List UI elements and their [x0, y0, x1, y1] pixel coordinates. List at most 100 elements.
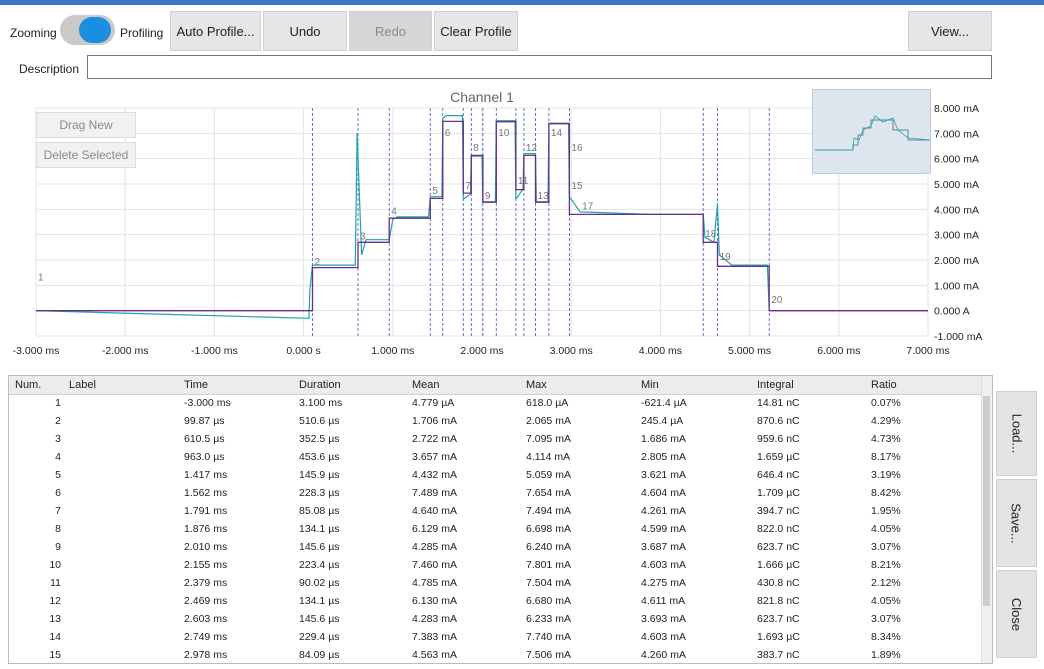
column-header[interactable]: Max: [526, 379, 547, 391]
table-row[interactable]: 2 99.87 µs 510.6 µs 1.706 mA 2.065 mA 245.4 µ…: [9, 413, 984, 431]
view-button[interactable]: View...: [908, 11, 992, 51]
table-row[interactable]: 15 2.978 ms 84.09 µs 4.563 mA 7.506 mA 4.260 …: [9, 647, 984, 663]
segment-number-marker: 13: [538, 191, 550, 202]
column-header[interactable]: Mean: [412, 379, 440, 391]
table-cell: 6.698 mA: [526, 523, 571, 535]
table-cell: 821.8 nC: [757, 595, 800, 607]
segment-number-marker: 1: [38, 272, 44, 283]
table-cell: 85.08 µs: [299, 505, 340, 517]
column-header[interactable]: Label: [69, 379, 96, 391]
x-tick-label: 0.000 s: [286, 345, 320, 357]
table-cell: 3.621 mA: [641, 469, 686, 481]
table-cell: 4.283 mA: [412, 613, 457, 625]
table-cell: 134.1 µs: [299, 523, 340, 535]
column-header[interactable]: Integral: [757, 379, 794, 391]
table-cell: 1.95%: [871, 505, 901, 517]
segment-number-marker: 15: [571, 181, 583, 192]
table-cell: 9: [55, 541, 61, 553]
save-button-label: Save...: [1009, 502, 1024, 544]
table-cell: 6.129 mA: [412, 523, 457, 535]
save-button[interactable]: Save...: [996, 479, 1037, 567]
x-tick-label: 1.000 ms: [371, 345, 414, 357]
redo-button[interactable]: Redo: [349, 11, 432, 51]
column-header[interactable]: Duration: [299, 379, 341, 391]
table-cell: 3.07%: [871, 613, 901, 625]
y-tick-label: -1.000 mA: [934, 331, 982, 343]
table-row[interactable]: 10 2.155 ms 223.4 µs 7.460 mA 7.801 mA 4.603 …: [9, 557, 984, 575]
table-cell: 4.604 mA: [641, 487, 686, 499]
drag-new-button[interactable]: Drag New: [36, 112, 136, 138]
table-row[interactable]: 12 2.469 ms 134.1 µs 6.130 mA 6.680 mA 4.611 …: [9, 593, 984, 611]
table-cell: 3: [55, 433, 61, 445]
segment-table[interactable]: Num. Label Time Duration Mean Max Min Integral R…: [8, 375, 993, 664]
table-row[interactable]: 11 2.379 ms 90.02 µs 4.785 mA 7.504 mA 4.275 …: [9, 575, 984, 593]
channel-chart[interactable]: Channel 1 -3.000 ms -2.000 ms -1.000 ms 0.00…: [0, 84, 1000, 364]
table-cell: 822.0 nC: [757, 523, 800, 535]
y-tick-label: 3.000 mA: [934, 230, 979, 242]
x-tick-label: -2.000 ms: [102, 345, 149, 357]
undo-button[interactable]: Undo: [263, 11, 347, 51]
table-cell: 4.05%: [871, 595, 901, 607]
table-scrollbar[interactable]: [981, 376, 992, 663]
table-cell: 8.34%: [871, 631, 901, 643]
x-tick-label: 2.000 ms: [460, 345, 503, 357]
table-cell: 90.02 µs: [299, 577, 340, 589]
segment-number-marker: 6: [445, 128, 451, 139]
table-cell: 2.155 ms: [184, 559, 228, 571]
table-cell: -621.4 µA: [641, 397, 687, 409]
description-input[interactable]: [87, 55, 992, 79]
table-cell: 7.801 mA: [526, 559, 571, 571]
table-cell: 245.4 µA: [641, 415, 684, 427]
table-cell: 7.489 mA: [412, 487, 457, 499]
column-header[interactable]: Time: [184, 379, 208, 391]
table-cell: 2.065 mA: [526, 415, 571, 427]
table-cell: 1.562 ms: [184, 487, 228, 499]
table-cell: 1.659 µC: [757, 451, 800, 463]
column-header[interactable]: Min: [641, 379, 659, 391]
table-cell: 4.432 mA: [412, 469, 457, 481]
table-row[interactable]: 7 1.791 ms 85.08 µs 4.640 mA 7.494 mA 4.261 m…: [9, 503, 984, 521]
table-cell: 5.059 mA: [526, 469, 571, 481]
zoom-profile-toggle[interactable]: [60, 15, 115, 45]
table-cell: 623.7 nC: [757, 541, 800, 553]
table-row[interactable]: 14 2.749 ms 229.4 µs 7.383 mA 7.740 mA 4.603 …: [9, 629, 984, 647]
table-cell: 4: [55, 451, 61, 463]
auto-profile-button[interactable]: Auto Profile...: [170, 11, 261, 51]
column-header[interactable]: Ratio: [871, 379, 897, 391]
table-cell: 1.706 mA: [412, 415, 457, 427]
table-row[interactable]: 3 610.5 µs 352.5 µs 2.722 mA 7.095 mA 1.686 m…: [9, 431, 984, 449]
table-cell: 6.130 mA: [412, 595, 457, 607]
table-cell: 1.709 µC: [757, 487, 800, 499]
profiling-label: Profiling: [120, 26, 164, 40]
close-button[interactable]: Close: [996, 570, 1037, 658]
table-cell: 13: [49, 613, 61, 625]
table-row[interactable]: 13 2.603 ms 145.6 µs 4.283 mA 6.233 mA 3.693 …: [9, 611, 984, 629]
segment-number-marker: 2: [315, 257, 321, 268]
table-row[interactable]: 8 1.876 ms 134.1 µs 6.129 mA 6.698 mA 4.599 m…: [9, 521, 984, 539]
table-cell: 7.383 mA: [412, 631, 457, 643]
table-cell: 8: [55, 523, 61, 535]
table-cell: 2.379 ms: [184, 577, 228, 589]
clear-profile-button[interactable]: Clear Profile: [434, 11, 518, 51]
segment-number-marker: 5: [432, 186, 438, 197]
table-cell: 510.6 µs: [299, 415, 340, 427]
table-cell: 0.07%: [871, 397, 901, 409]
table-row[interactable]: 1 -3.000 ms 3.100 ms 4.779 µA 618.0 µA -621.4…: [9, 395, 984, 413]
delete-selected-button[interactable]: Delete Selected: [36, 142, 136, 168]
segment-number-marker: 9: [485, 191, 491, 202]
table-row[interactable]: 9 2.010 ms 145.6 µs 4.285 mA 6.240 mA 3.687 m…: [9, 539, 984, 557]
segment-number-marker: 10: [498, 128, 510, 139]
minimap-svg: [815, 115, 930, 151]
table-cell: 5: [55, 469, 61, 481]
segment-number-marker: 20: [771, 295, 783, 306]
table-row[interactable]: 6 1.562 ms 228.3 µs 7.489 mA 7.654 mA 4.604 m…: [9, 485, 984, 503]
table-cell: 4.611 mA: [641, 595, 686, 607]
table-row[interactable]: 4 963.0 µs 453.6 µs 3.657 mA 4.114 mA 2.805 m…: [9, 449, 984, 467]
load-button[interactable]: Load...: [996, 391, 1037, 476]
table-cell: 963.0 µs: [184, 451, 225, 463]
table-cell: 8.42%: [871, 487, 901, 499]
table-row[interactable]: 5 1.417 ms 145.9 µs 4.432 mA 5.059 mA 3.621 m…: [9, 467, 984, 485]
column-header[interactable]: Num.: [15, 379, 41, 391]
chart-overview-minimap[interactable]: [812, 89, 931, 174]
scrollbar-thumb[interactable]: [983, 396, 990, 606]
